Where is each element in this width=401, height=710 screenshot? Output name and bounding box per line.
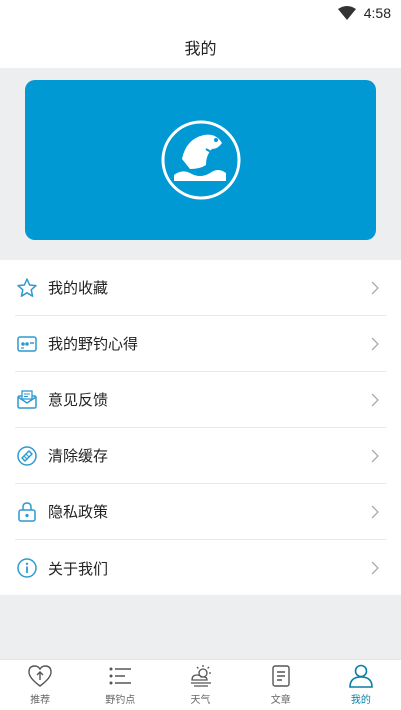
menu-item-favorites[interactable]: 我的收藏 bbox=[15, 260, 386, 316]
person-icon bbox=[349, 664, 373, 688]
chevron-right-icon bbox=[371, 561, 379, 575]
menu-item-feedback[interactable]: 意见反馈 bbox=[15, 372, 386, 428]
settings-menu: 我的收藏 我的野钓心得 意见反馈 清除缓存 隐私政策 关于我们 bbox=[0, 260, 401, 595]
tab-weather[interactable]: 天气 bbox=[160, 660, 240, 710]
menu-item-label: 意见反馈 bbox=[48, 391, 109, 409]
tab-label: 我的 bbox=[350, 695, 371, 706]
menu-item-label: 清除缓存 bbox=[48, 447, 109, 465]
weather-icon bbox=[190, 665, 211, 687]
main-content: 我的收藏 我的野钓心得 意见反馈 清除缓存 隐私政策 关于我们 bbox=[0, 68, 401, 659]
tab-label: 野钓点 bbox=[105, 695, 136, 706]
tab-recommend[interactable]: 推荐 bbox=[0, 660, 80, 710]
notes-card-icon bbox=[16, 333, 38, 355]
tab-label: 天气 bbox=[190, 695, 211, 706]
chevron-right-icon bbox=[371, 505, 379, 518]
tab-label: 文章 bbox=[270, 695, 291, 706]
status-bar: 4:58 bbox=[0, 0, 401, 26]
bottom-tab-bar: 推荐 野钓点 天气 文章 我的 bbox=[0, 659, 401, 710]
chevron-right-icon bbox=[371, 337, 379, 350]
chevron-right-icon bbox=[371, 393, 379, 406]
info-icon bbox=[16, 557, 38, 579]
tab-articles[interactable]: 文章 bbox=[241, 660, 321, 710]
chevron-right-icon bbox=[371, 449, 379, 462]
star-icon bbox=[16, 277, 38, 299]
clean-icon bbox=[16, 445, 38, 467]
menu-item-fishing-notes[interactable]: 我的野钓心得 bbox=[15, 316, 386, 372]
wifi-icon bbox=[337, 6, 356, 20]
menu-item-about-us[interactable]: 关于我们 bbox=[15, 540, 386, 596]
tab-mine[interactable]: 我的 bbox=[321, 660, 401, 710]
article-icon bbox=[272, 665, 290, 687]
page-title: 我的 bbox=[184, 39, 217, 58]
tab-fishing-spots[interactable]: 野钓点 bbox=[80, 660, 160, 710]
app-header: 我的 bbox=[0, 26, 401, 68]
menu-item-label: 关于我们 bbox=[48, 559, 109, 578]
mail-feedback-icon bbox=[16, 389, 38, 411]
profile-banner[interactable] bbox=[25, 80, 376, 240]
heart-arrow-icon bbox=[28, 665, 52, 687]
menu-item-label: 我的收藏 bbox=[48, 279, 109, 297]
menu-item-label: 隐私政策 bbox=[48, 503, 109, 521]
tab-label: 推荐 bbox=[30, 695, 51, 706]
menu-item-label: 我的野钓心得 bbox=[48, 335, 139, 353]
chevron-right-icon bbox=[371, 281, 379, 294]
lock-icon bbox=[16, 501, 38, 523]
menu-item-clear-cache[interactable]: 清除缓存 bbox=[15, 428, 386, 484]
menu-item-privacy-policy[interactable]: 隐私政策 bbox=[15, 484, 386, 540]
fish-logo-icon bbox=[161, 120, 240, 200]
status-time: 4:58 bbox=[363, 5, 391, 21]
list-icon bbox=[109, 667, 132, 685]
